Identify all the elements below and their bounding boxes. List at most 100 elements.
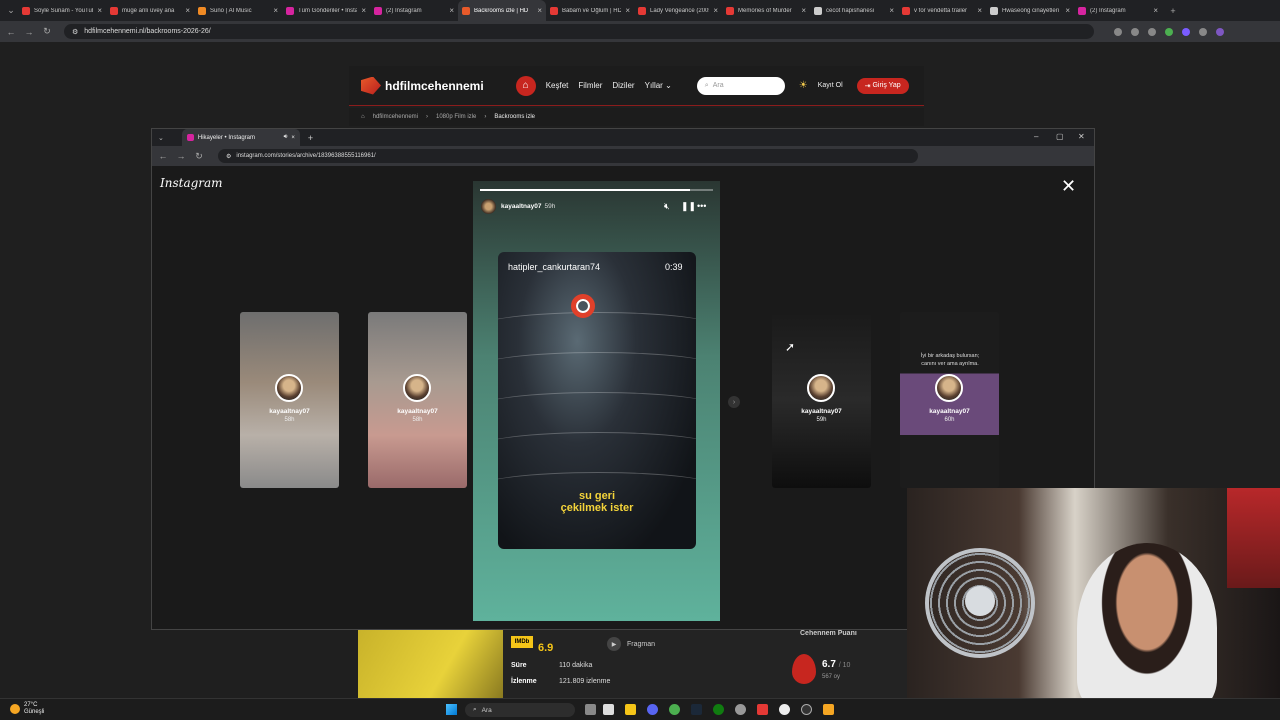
instagram-logo[interactable]: Instagram bbox=[160, 176, 223, 190]
tab-title: Hwaseong cinayetleri bbox=[1002, 7, 1060, 14]
breadcrumb-item[interactable]: 1080p Film izle bbox=[436, 114, 476, 120]
close-tab-icon[interactable]: × bbox=[625, 6, 630, 15]
close-window-icon[interactable]: ✕ bbox=[1078, 132, 1085, 141]
extension-icon[interactable] bbox=[1131, 27, 1139, 36]
forward-icon[interactable]: → bbox=[22, 27, 36, 37]
breadcrumb-item[interactable]: hdfilmcehennemi bbox=[373, 114, 418, 120]
forward-icon[interactable]: → bbox=[174, 151, 188, 161]
profile-avatar[interactable] bbox=[1216, 27, 1224, 36]
nav-yillar[interactable]: Yıllar ⌄ bbox=[645, 81, 672, 90]
next-story-icon[interactable]: › bbox=[728, 396, 740, 408]
wave-line bbox=[498, 432, 696, 462]
browser-tab[interactable]: müge anlı üvey ana × bbox=[106, 0, 194, 21]
browser-tab[interactable]: Lady Vengeance (2005) × bbox=[634, 0, 722, 21]
back-icon[interactable]: ← bbox=[4, 27, 18, 37]
file-explorer-icon[interactable] bbox=[625, 704, 636, 715]
browser-tab[interactable]: Tüm Gönderiler • Instagram× bbox=[282, 0, 370, 21]
bookmark-icon[interactable] bbox=[1148, 27, 1156, 36]
nav-filmler[interactable]: Filmler bbox=[578, 81, 602, 90]
tab-title: müge anlı üvey ana bbox=[122, 7, 175, 14]
new-tab-icon[interactable]: + bbox=[308, 133, 313, 143]
puzzle-icon[interactable] bbox=[1199, 27, 1207, 36]
speaker-icon[interactable]: 🔊︎ bbox=[284, 134, 288, 141]
discord-icon[interactable] bbox=[647, 704, 658, 715]
sun-icon[interactable]: ☀ bbox=[799, 80, 808, 91]
browser-tab[interactable]: v for vendetta trailer × bbox=[898, 0, 986, 21]
close-tab-icon[interactable]: × bbox=[185, 6, 190, 15]
trailer-button[interactable]: ▶ Fragman bbox=[607, 637, 655, 651]
browser-tab[interactable]: Hwaseong cinayetleri × bbox=[986, 0, 1074, 21]
close-tab-icon[interactable]: × bbox=[361, 6, 366, 15]
reload-icon[interactable]: ↻ bbox=[40, 26, 54, 37]
taskbar-search[interactable]: ⌕ Ara bbox=[465, 703, 575, 717]
close-tab-icon[interactable]: × bbox=[97, 6, 102, 15]
story-thumbnail[interactable]: kayaaltnay07 58h bbox=[368, 312, 467, 488]
settings-icon[interactable] bbox=[735, 704, 746, 715]
site-info-icon[interactable]: ⚙ bbox=[226, 153, 231, 160]
register-link[interactable]: Kayıt Ol bbox=[818, 82, 843, 89]
extension-icon[interactable] bbox=[1114, 27, 1122, 36]
close-tab-icon[interactable]: × bbox=[1065, 6, 1070, 15]
back-icon[interactable]: ← bbox=[156, 151, 170, 161]
shield-icon[interactable] bbox=[1165, 27, 1173, 36]
pause-icon[interactable]: ❚❚ bbox=[681, 201, 696, 212]
close-tab-icon[interactable]: × bbox=[713, 6, 718, 15]
app-icon[interactable] bbox=[757, 704, 768, 715]
mute-icon[interactable]: 🔇︎ bbox=[664, 201, 670, 212]
weather-widget[interactable]: 27°C Güneşli bbox=[10, 702, 44, 716]
app-icon[interactable] bbox=[823, 704, 834, 715]
close-tab-icon[interactable]: × bbox=[977, 6, 982, 15]
tab-search-icon[interactable]: ⌄ bbox=[158, 134, 164, 142]
active-story[interactable]: kayaaltnay07 59h 🔇︎ ❚❚ ••• hatipler_canku… bbox=[473, 181, 720, 621]
story-username[interactable]: kayaaltnay07 59h bbox=[501, 203, 555, 210]
popup-url-field[interactable]: ⚙ instagram.com/stories/archive/18396388… bbox=[218, 149, 918, 163]
browser-tab[interactable]: (2) Instagram × bbox=[1074, 0, 1162, 21]
story-thumbnail[interactable]: kayaaltnay07 58h bbox=[240, 312, 339, 488]
close-tab-icon[interactable]: × bbox=[889, 6, 894, 15]
url-field[interactable]: ⚙ hdfilmcehennemi.nl/backrooms-2026-26/ bbox=[64, 24, 1094, 39]
new-tab-icon[interactable]: + bbox=[1166, 6, 1180, 16]
maximize-icon[interactable]: ▢ bbox=[1056, 132, 1064, 141]
browser-tab[interactable]: Söyle Sunam - YouTube × bbox=[18, 0, 106, 21]
close-tab-icon[interactable]: × bbox=[273, 6, 278, 15]
browser-tab[interactable]: Backrooms izle | HD × bbox=[458, 0, 546, 21]
login-button[interactable]: ⇥ Giriş Yap bbox=[856, 77, 909, 94]
close-tab-icon[interactable]: × bbox=[537, 6, 542, 15]
browser-tab[interactable]: Babam ve Oğlum | HD × bbox=[546, 0, 634, 21]
store-icon[interactable] bbox=[603, 704, 614, 715]
close-tab-icon[interactable]: × bbox=[801, 6, 806, 15]
browser-tab[interactable]: Suno | AI Music × bbox=[194, 0, 282, 21]
tab-search-icon[interactable]: ⌄ bbox=[4, 5, 18, 16]
app-icon[interactable] bbox=[779, 704, 790, 715]
close-tab-icon[interactable]: × bbox=[449, 6, 454, 15]
steam-icon[interactable] bbox=[691, 704, 702, 715]
more-options-icon[interactable]: ••• bbox=[697, 201, 706, 211]
search-input[interactable]: ⌕ Ara bbox=[696, 76, 785, 95]
home-icon[interactable]: ⌂ bbox=[361, 114, 365, 120]
minimize-icon[interactable]: – bbox=[1034, 132, 1038, 141]
close-icon[interactable]: ✕ bbox=[1061, 176, 1076, 197]
nav-kesfet[interactable]: Keşfet bbox=[546, 81, 569, 90]
story-thumbnail[interactable]: kayaaltnay07 59h bbox=[772, 312, 871, 488]
site-info-icon[interactable]: ⚙ bbox=[72, 28, 78, 36]
close-tab-icon[interactable]: × bbox=[291, 135, 295, 141]
browser-tab[interactable]: (2) Instagram × bbox=[370, 0, 458, 21]
obs-icon[interactable] bbox=[801, 704, 812, 715]
browser-tab-bar: ⌄ Söyle Sunam - YouTube × müge anlı üvey an… bbox=[0, 0, 1280, 21]
story-thumbnail[interactable]: İyi bir arkadaş bulursan; canını ver ama … bbox=[900, 312, 999, 488]
extension-icon[interactable] bbox=[1182, 27, 1190, 36]
browser-tab[interactable]: Memories of Murder × bbox=[722, 0, 810, 21]
task-view-icon[interactable] bbox=[585, 704, 596, 715]
site-logo[interactable]: hdfilmcehennemi bbox=[361, 76, 484, 95]
avatar[interactable] bbox=[481, 199, 496, 214]
movie-poster[interactable] bbox=[358, 628, 503, 698]
home-icon[interactable]: ⌂ bbox=[515, 75, 536, 96]
tab-instagram-stories[interactable]: Hikayeler • Instagram 🔊︎ × bbox=[181, 129, 300, 146]
windows-start-icon[interactable] bbox=[446, 704, 457, 715]
reload-icon[interactable]: ↻ bbox=[192, 151, 206, 162]
close-tab-icon[interactable]: × bbox=[1153, 6, 1158, 15]
xbox-icon[interactable] bbox=[713, 704, 724, 715]
browser-tab[interactable]: cecot hapishanesi × bbox=[810, 0, 898, 21]
nav-diziler[interactable]: Diziler bbox=[612, 81, 634, 90]
chrome-icon[interactable] bbox=[669, 704, 680, 715]
